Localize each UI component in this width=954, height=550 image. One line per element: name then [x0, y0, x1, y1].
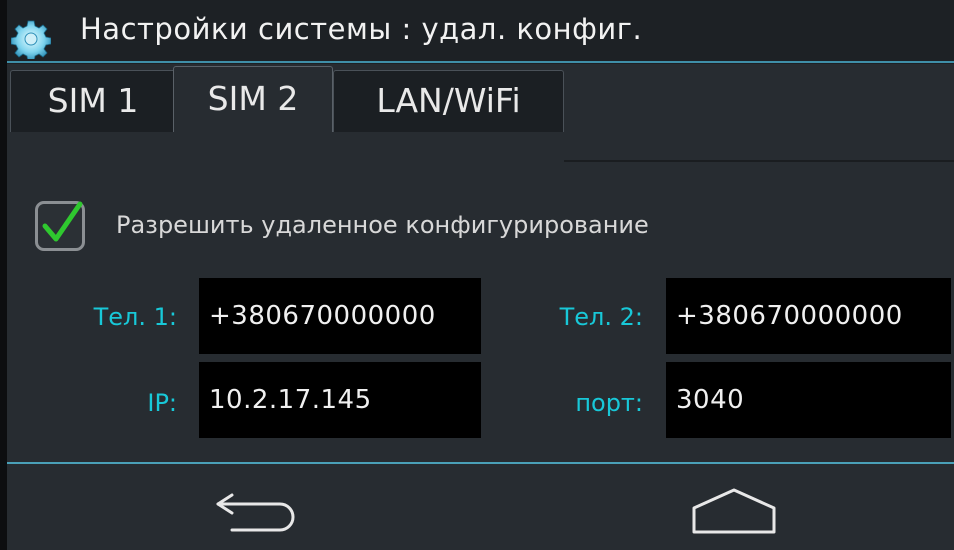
home-icon[interactable]: [691, 486, 777, 536]
tel1-field[interactable]: +380670000000: [199, 278, 481, 354]
tel2-label: Тел. 2:: [559, 303, 643, 331]
navigation-bar: [7, 464, 954, 550]
tab-sim2[interactable]: SIM 2: [173, 66, 333, 132]
settings-screen: Настройки системы : удал. конфиг. SIM 1 …: [7, 0, 954, 550]
ip-field[interactable]: 10.2.17.145: [199, 362, 481, 438]
remote-config-checkbox[interactable]: [35, 201, 85, 251]
port-label: порт:: [575, 389, 643, 417]
page-title: Настройки системы : удал. конфиг.: [80, 12, 643, 46]
remote-config-label[interactable]: Разрешить удаленное конфигурирование: [116, 211, 649, 239]
tel1-label: Тел. 1:: [93, 303, 177, 331]
tab-lan-wifi[interactable]: LAN/WiFi: [333, 70, 564, 132]
gear-icon: [11, 20, 51, 59]
tab-sim1[interactable]: SIM 1: [10, 70, 176, 132]
title-divider: [7, 61, 954, 63]
ip-label: IP:: [147, 389, 177, 417]
checkmark-icon: [42, 201, 83, 242]
tab-strip-divider: [564, 160, 954, 162]
back-arrow-icon[interactable]: [212, 484, 304, 534]
title-bar: Настройки системы : удал. конфиг.: [7, 0, 954, 64]
tel2-field[interactable]: +380670000000: [666, 278, 951, 354]
port-field[interactable]: 3040: [666, 362, 951, 438]
